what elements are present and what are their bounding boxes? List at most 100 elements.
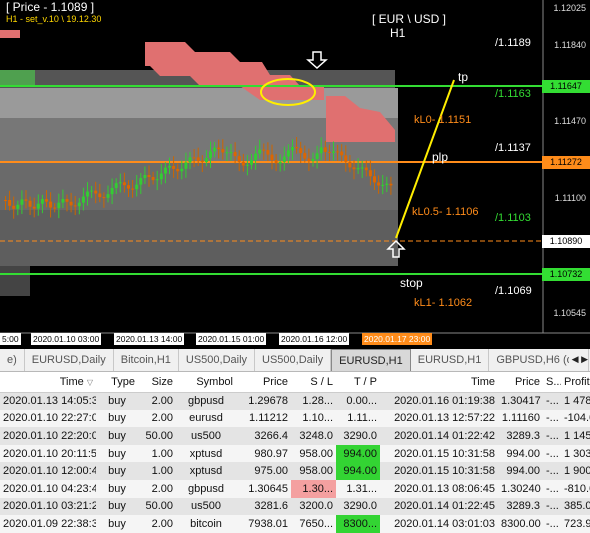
col-header-profit[interactable]: Profit	[561, 372, 590, 393]
candle-body	[266, 150, 270, 155]
candle-body	[24, 199, 28, 201]
cell-sl: 958.00	[291, 462, 336, 480]
cell-close-price: 994.00	[498, 444, 543, 463]
cell-sl: 7650...	[291, 515, 336, 533]
cell-open-price: 3266.4	[236, 427, 291, 445]
tab-chart[interactable]: EURUSD,Daily	[25, 349, 114, 371]
kl05-label: kL0.5- 1.1106	[412, 206, 479, 218]
candle-body	[315, 153, 319, 159]
candle-body	[213, 147, 217, 152]
symbol-title: [ EUR \ USD ]	[372, 12, 447, 26]
candle-body	[295, 146, 299, 149]
cell-sl: 1.10...	[291, 409, 336, 428]
table-row[interactable]: 2020.01.10 04:23:43 buy 2.00 gbpusd 1.30645 1…	[0, 479, 590, 498]
candle-body	[356, 168, 360, 170]
candle-body	[106, 194, 110, 198]
candle-body	[28, 200, 32, 207]
cell-open-price: 980.97	[236, 444, 291, 463]
candle-body	[110, 188, 114, 195]
tab-chart[interactable]: EURUSD,H1	[411, 349, 490, 371]
candle-body	[131, 188, 135, 190]
tab-chart-active[interactable]: EURUSD,H1	[331, 349, 411, 371]
chart-tabs: e) EURUSD,Daily Bitcoin,H1 US500,Daily U…	[0, 349, 590, 372]
price-marker-plp: 1.11272	[542, 156, 590, 169]
axis-tick: 1.11100	[554, 193, 586, 203]
plp-label: plp	[432, 150, 449, 164]
candle-body	[188, 157, 192, 163]
table-row[interactable]: 2020.01.10 22:27:08 buy 2.00 eurusd 1.11212 1…	[0, 409, 590, 428]
candle-body	[241, 161, 245, 166]
level-label-2: /1.1163	[495, 88, 531, 100]
table-row[interactable]: 2020.01.10 12:00:41 buy 1.00 xptusd 975.00 95…	[0, 462, 590, 480]
axis-tick: 1.10545	[553, 308, 586, 318]
col-header-tp[interactable]: T / P	[336, 372, 380, 393]
col-header-symbol[interactable]: Symbol	[176, 372, 236, 393]
candle-body	[217, 147, 221, 150]
candle-body	[327, 151, 331, 153]
candle-body	[278, 161, 282, 164]
candle-body	[286, 150, 290, 157]
tab-chart[interactable]: US500,Daily	[255, 349, 332, 371]
indicator-subtitle: H1 - set_v.10 \ 19.12.30	[6, 14, 102, 24]
timeframe-label: H1	[390, 26, 406, 40]
candle-body	[172, 166, 176, 169]
cell-symbol: bitcoin	[176, 515, 236, 533]
tab-chart[interactable]: US500,Daily	[179, 349, 256, 371]
cell-open-time: 2020.01.10 22:27:08	[0, 409, 96, 428]
cell-type: buy	[96, 444, 138, 463]
candle-body	[299, 148, 303, 154]
table-row[interactable]: 2020.01.10 03:21:21 buy 50.00 us500 3281.6 32…	[0, 497, 590, 516]
cell-close-time: 2020.01.15 10:31:58	[380, 444, 498, 463]
candle-body	[69, 201, 73, 206]
candle-body	[250, 159, 253, 165]
cell-close-time: 2020.01.16 01:19:38	[380, 392, 498, 410]
cell-sl: 1.30...	[291, 479, 336, 498]
cell-close-time: 2020.01.13 08:06:45	[380, 479, 498, 498]
table-row[interactable]: 2020.01.10 22:20:05 buy 50.00 us500 3266.4 32…	[0, 427, 590, 445]
cell-type: buy	[96, 515, 138, 533]
tab-scroll-arrows-icon[interactable]: ◀ ▶	[568, 354, 588, 365]
candle-body	[168, 166, 171, 168]
tab-chart[interactable]: Bitcoin,H1	[114, 349, 179, 371]
candle-body	[221, 149, 225, 153]
col-header-close-price[interactable]: Price	[498, 372, 543, 393]
candle-body	[307, 158, 311, 162]
level-label-1: /1.1189	[495, 37, 531, 49]
candle-body	[291, 146, 294, 151]
cell-profit: -104.00	[561, 409, 590, 428]
table-row[interactable]: 2020.01.09 22:38:38 buy 2.00 bitcoin 7938.01…	[0, 515, 590, 533]
col-header-type[interactable]: Type	[96, 372, 138, 393]
col-header-price[interactable]: Price	[236, 372, 291, 393]
candle-body	[389, 183, 393, 186]
candle-body	[352, 167, 356, 170]
cell-symbol: us500	[176, 427, 236, 445]
col-header-size[interactable]: Size	[138, 372, 176, 393]
col-header-time[interactable]: Time ▽	[0, 372, 96, 393]
tab-chart[interactable]: e)	[0, 349, 25, 371]
candle-body	[348, 161, 352, 168]
col-header-close-time[interactable]: Time	[380, 372, 498, 393]
price-chart[interactable]: [ Price - 1.1089 ] H1 - set_v.10 \ 19.12…	[0, 0, 590, 349]
col-header-sl[interactable]: S / L	[291, 372, 336, 393]
col-header-swap[interactable]: S...	[543, 372, 561, 393]
cell-tp: 1.31...	[336, 479, 380, 498]
candle-body	[176, 168, 180, 172]
candle-body	[254, 153, 258, 160]
cell-open-time: 2020.01.13 14:05:39	[0, 392, 96, 410]
candle-body	[4, 200, 7, 201]
candle-body	[340, 151, 344, 156]
cell-close-price: 1.11160	[498, 409, 543, 428]
candle-body	[16, 204, 20, 209]
cell-symbol: xptusd	[176, 444, 236, 463]
table-row[interactable]: 2020.01.10 20:11:57 buy 1.00 xptusd 980.97 95…	[0, 444, 590, 463]
candle-body	[102, 197, 106, 199]
candle-body	[81, 196, 85, 203]
candle-body	[90, 190, 94, 192]
level-label-5: /1.1069	[495, 285, 532, 297]
cell-open-price: 3281.6	[236, 497, 291, 516]
candle-body	[204, 158, 208, 163]
cell-profit: 1 478.00	[561, 392, 590, 410]
candle-body	[159, 173, 163, 180]
table-row[interactable]: 2020.01.13 14:05:39 buy 2.00 gbpusd 1.29678 1…	[0, 392, 590, 410]
candle-body	[200, 160, 204, 163]
